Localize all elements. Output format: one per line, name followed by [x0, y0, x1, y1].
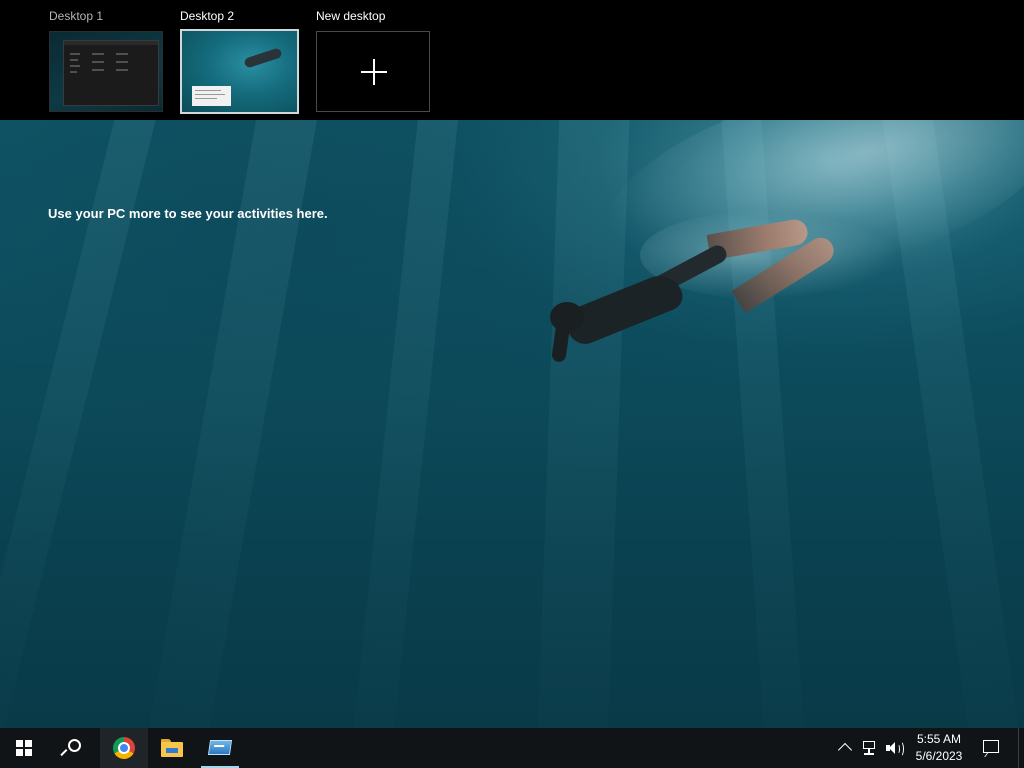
desktop-wallpaper: Use your PC more to see your activities …	[0, 120, 1024, 728]
window-app-icon	[207, 740, 233, 755]
mini-diver-image	[243, 47, 283, 69]
clock[interactable]: 5:55 AM 5/6/2023	[910, 731, 968, 765]
new-desktop-label: New desktop	[316, 9, 386, 23]
app-taskbar-button[interactable]	[200, 728, 240, 768]
search-button[interactable]	[48, 728, 96, 768]
file-explorer-taskbar-button[interactable]	[148, 728, 196, 768]
chrome-icon	[113, 737, 135, 759]
virtual-desktop-strip: Desktop 1 Desktop 2 New desktop	[0, 0, 1024, 120]
chevron-up-icon[interactable]	[837, 742, 853, 758]
desktop-1-label: Desktop 1	[49, 9, 104, 23]
mini-dialog-window	[192, 86, 231, 106]
search-icon	[60, 739, 81, 757]
show-desktop-button[interactable]	[1018, 728, 1024, 768]
mini-explorer-window	[63, 40, 159, 106]
volume-icon[interactable]	[886, 741, 904, 757]
network-icon[interactable]	[863, 741, 879, 755]
task-view-screen: Desktop 1 Desktop 2 New desktop Use your…	[0, 0, 1024, 768]
folder-icon	[161, 739, 183, 757]
plus-icon	[361, 59, 387, 85]
new-desktop-button[interactable]	[316, 31, 430, 112]
clock-date: 5/6/2023	[915, 749, 963, 763]
taskbar: 5:55 AM 5/6/2023	[0, 728, 1024, 768]
timeline-empty-message: Use your PC more to see your activities …	[48, 206, 328, 221]
windows-logo-icon	[16, 740, 32, 756]
desktop-2-label: Desktop 2	[180, 9, 235, 23]
clock-time: 5:55 AM	[916, 732, 962, 746]
desktop-1-thumbnail[interactable]	[49, 31, 163, 112]
diver-silhouette	[540, 217, 860, 380]
start-button[interactable]	[0, 728, 48, 768]
notification-center-icon[interactable]	[983, 740, 999, 753]
chrome-taskbar-button[interactable]	[100, 728, 148, 768]
desktop-2-thumbnail[interactable]	[180, 29, 299, 114]
